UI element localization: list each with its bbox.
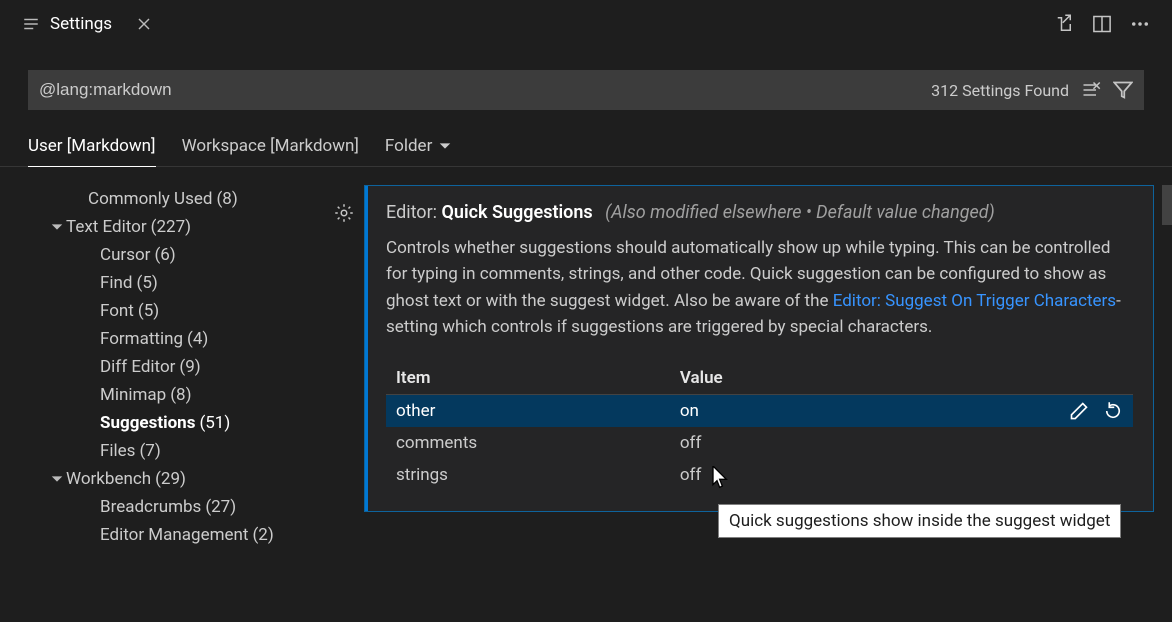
cell-item: strings [386,459,670,491]
table-row[interactable]: stringsoff [386,459,1133,491]
tree-item-find[interactable]: Find (5) [30,269,316,297]
settings-content: Editor: Quick Suggestions (Also modified… [328,167,1172,622]
setting-title: Editor: Quick Suggestions (Also modified… [386,202,1133,223]
tab-settings[interactable]: Settings [8,0,166,48]
tree-item-label: Files [100,441,135,461]
title-actions [1054,14,1164,34]
tree-item-count: (2) [252,525,273,545]
cell-value: on [670,395,1133,428]
scrollbar-thumb[interactable] [1162,185,1172,225]
cell-value: off [670,459,1133,491]
tree-item-cursor[interactable]: Cursor (6) [30,241,316,269]
split-editor-icon[interactable] [1092,14,1112,34]
gear-icon[interactable] [334,203,354,223]
titlebar: Settings [0,0,1172,48]
tree-item-font[interactable]: Font (5) [30,297,316,325]
tree-item-label: Workbench [66,469,151,489]
scope-tabs: User [Markdown] Workspace [Markdown] Fol… [0,120,1172,167]
open-settings-json-icon[interactable] [1054,14,1074,34]
tree-item-files[interactable]: Files (7) [30,437,316,465]
tree-item-count: (4) [187,329,208,349]
search-container: 312 Settings Found [28,70,1144,110]
tree-item-label: Cursor [100,245,150,265]
tree-item-label: Formatting [100,329,183,349]
tab-workspace[interactable]: Workspace [Markdown] [182,130,359,166]
tree-item-label: Commonly Used [88,189,212,209]
reset-icon[interactable] [1103,401,1123,421]
chevron-down-icon [438,139,452,153]
tree-item-label: Diff Editor [100,357,175,377]
tree-item-breadcrumbs[interactable]: Breadcrumbs (27) [30,493,316,521]
tree-item-commonly-used[interactable]: Commonly Used (8) [30,185,316,213]
setting-title-meta: (Also modified elsewhere • Default value… [605,202,995,223]
chevron-down-icon [48,220,66,234]
col-value: Value [670,362,1133,395]
tree-item-count: (5) [138,301,159,321]
setting-title-name: Quick Suggestions [442,202,593,223]
tree-item-count: (51) [199,413,230,433]
tree-item-count: (8) [170,385,191,405]
settings-tree: Commonly Used (8)Text Editor (227)Cursor… [0,167,328,622]
search-found-count: 312 Settings Found [931,81,1069,100]
chevron-down-icon [48,472,66,486]
table-row[interactable]: otheron [386,395,1133,428]
clear-search-icon[interactable] [1081,80,1101,100]
tree-item-label: Text Editor [66,217,147,237]
search-input[interactable] [39,80,931,100]
tree-item-count: (7) [139,441,160,461]
setting-desc-link[interactable]: Editor: Suggest On Trigger Characters [833,291,1116,311]
table-row[interactable]: commentsoff [386,427,1133,459]
tree-item-label: Minimap [100,385,166,405]
tree-item-label: Editor Management [100,525,248,545]
tab-folder[interactable]: Folder [385,130,452,166]
tree-item-minimap[interactable]: Minimap (8) [30,381,316,409]
tree-item-count: (9) [179,357,200,377]
tree-item-label: Font [100,301,134,321]
tab-user[interactable]: User [Markdown] [28,130,156,167]
settings-list-icon [22,15,40,33]
tree-item-suggestions[interactable]: Suggestions (51) [30,409,316,437]
tree-item-count: (6) [154,245,175,265]
filter-icon[interactable] [1113,80,1133,100]
tab-title: Settings [50,14,112,34]
col-item: Item [386,362,670,395]
search-row: 312 Settings Found [0,48,1172,120]
tree-item-text-editor[interactable]: Text Editor (227) [30,213,316,241]
setting-description: Controls whether suggestions should auto… [386,235,1133,340]
edit-icon[interactable] [1069,401,1089,421]
cell-item: comments [386,427,670,459]
setting-card: Editor: Quick Suggestions (Also modified… [364,185,1154,512]
close-icon[interactable] [136,16,152,32]
tree-item-count: (8) [216,189,237,209]
tooltip: Quick suggestions show inside the sugges… [718,504,1121,538]
cell-item: other [386,395,670,428]
setting-title-prefix: Editor: [386,202,442,223]
tree-item-label: Suggestions [100,413,195,433]
tree-item-formatting[interactable]: Formatting (4) [30,325,316,353]
tree-item-count: (27) [205,497,236,517]
setting-table: Item Value otheroncommentsoffstringsoff [386,362,1133,491]
tree-item-label: Find [100,273,133,293]
tree-item-workbench[interactable]: Workbench (29) [30,465,316,493]
tree-item-count: (29) [155,469,186,489]
tree-item-diff-editor[interactable]: Diff Editor (9) [30,353,316,381]
cell-value: off [670,427,1133,459]
tree-item-editor-management[interactable]: Editor Management (2) [30,521,316,549]
tab-folder-label: Folder [385,136,432,156]
more-actions-icon[interactable] [1130,14,1150,34]
tree-item-count: (5) [137,273,158,293]
tree-item-count: (227) [151,217,191,237]
tree-item-label: Breadcrumbs [100,497,201,517]
